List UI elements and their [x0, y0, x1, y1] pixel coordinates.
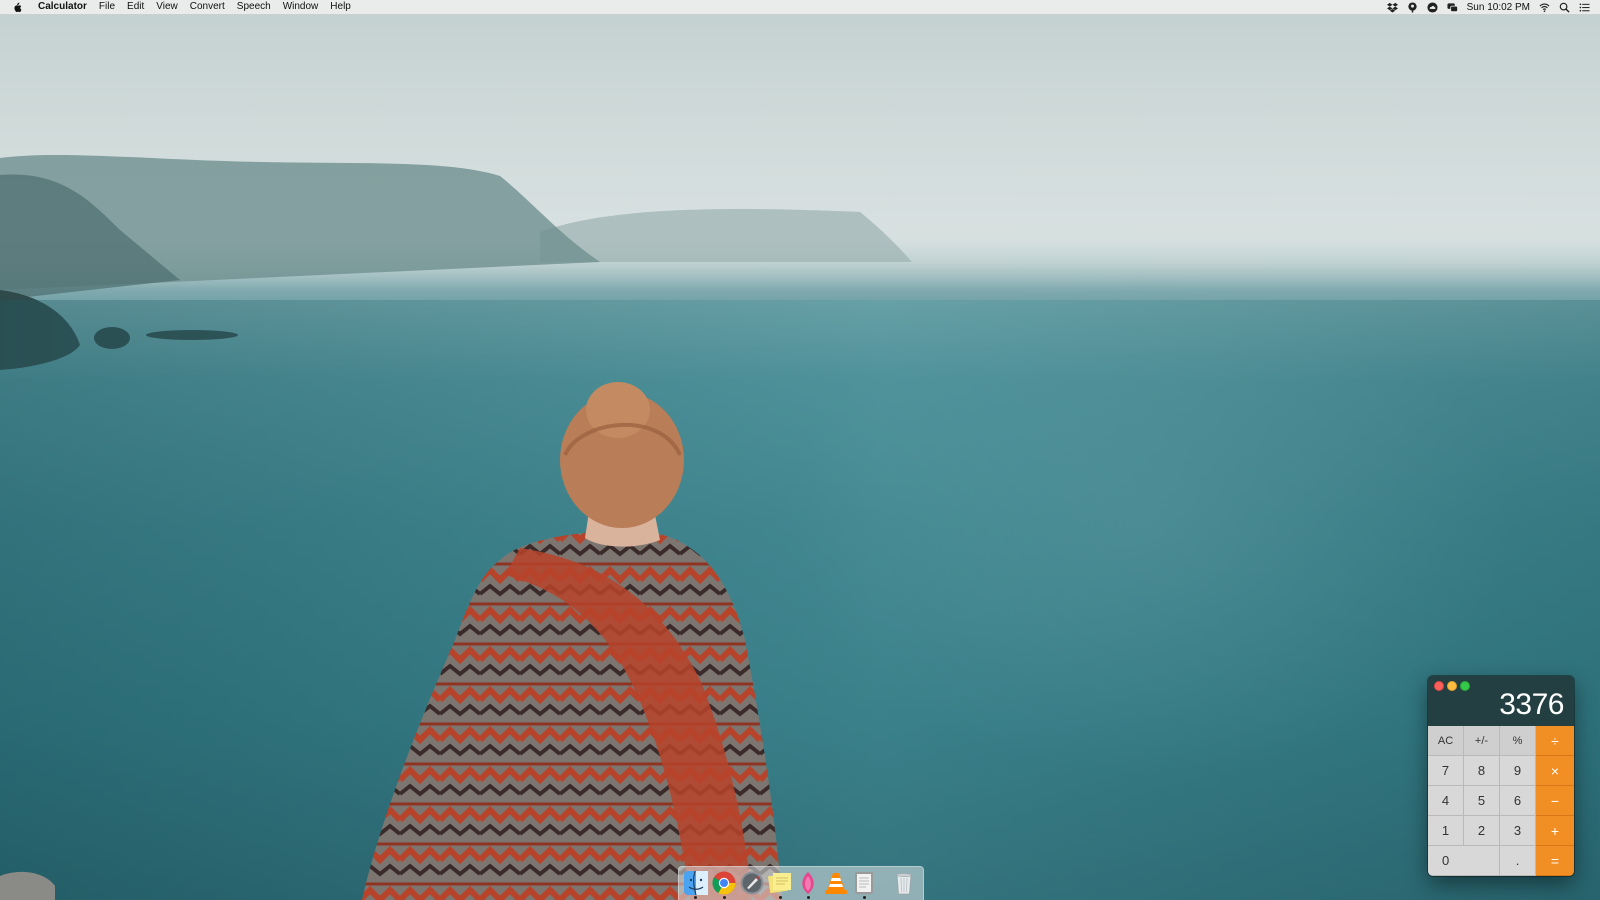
divide-button[interactable]: ÷ [1536, 726, 1574, 756]
calculator-display: 3376 [1499, 688, 1564, 721]
finder-icon[interactable] [683, 870, 709, 896]
wallpaper-scene [0, 154, 1600, 900]
window-close-button[interactable] [1434, 681, 1444, 691]
multiply-button[interactable]: × [1536, 756, 1574, 786]
menu-bar-right: Sun 10:02 PM [1386, 0, 1600, 14]
messages-icon[interactable] [1447, 2, 1458, 13]
menu-window[interactable]: Window [277, 0, 325, 14]
digit-7-button[interactable]: 7 [1428, 756, 1464, 786]
menu-convert[interactable]: Convert [184, 0, 231, 14]
launchpad-icon[interactable] [739, 870, 765, 896]
menu-view[interactable]: View [150, 0, 184, 14]
plus-minus-button[interactable]: +/- [1464, 726, 1500, 756]
digit-2-button[interactable]: 2 [1464, 816, 1500, 846]
lotus-running-indicator [807, 896, 810, 899]
calculator-keypad: AC +/- % ÷ 7 8 9 × 4 5 6 − 1 2 3 + 0 . = [1428, 726, 1574, 876]
cloud-icon[interactable] [1427, 1, 1438, 13]
distant-headland [540, 209, 912, 262]
calculator-window[interactable]: 3376 AC +/- % ÷ 7 8 9 × 4 5 6 − 1 2 3 + … [1428, 676, 1574, 876]
pin-icon[interactable] [1407, 1, 1418, 13]
digit-3-button[interactable]: 3 [1500, 816, 1536, 846]
window-zoom-button[interactable] [1460, 681, 1470, 691]
finder-running-indicator [694, 896, 697, 899]
notes-running-indicator [863, 896, 866, 899]
spotlight-search-icon[interactable] [1559, 2, 1570, 13]
minus-button[interactable]: − [1536, 786, 1574, 816]
dock [678, 866, 924, 900]
chrome-icon[interactable] [711, 870, 737, 896]
chrome-running-indicator [723, 896, 726, 899]
digit-1-button[interactable]: 1 [1428, 816, 1464, 846]
digit-8-button[interactable]: 8 [1464, 756, 1500, 786]
all-clear-button[interactable]: AC [1428, 726, 1464, 756]
menu-bar: Calculator File Edit View Convert Speech… [0, 0, 1600, 15]
digit-6-button[interactable]: 6 [1500, 786, 1536, 816]
menu-app-name[interactable]: Calculator [32, 0, 93, 14]
stickies-icon[interactable] [767, 870, 793, 896]
equals-button[interactable]: = [1536, 846, 1574, 876]
wifi-icon[interactable] [1539, 2, 1550, 13]
calculator-display-area: 3376 [1428, 676, 1574, 726]
sea-shimmer [0, 300, 1600, 900]
plus-button[interactable]: + [1536, 816, 1574, 846]
menu-file[interactable]: File [93, 0, 121, 14]
desktop-wallpaper [0, 0, 1600, 900]
menu-bar-left: Calculator File Edit View Convert Speech… [0, 0, 357, 14]
dropbox-icon[interactable] [1386, 2, 1398, 13]
notes-app-icon[interactable] [851, 870, 877, 896]
menu-help[interactable]: Help [324, 0, 357, 14]
percent-button[interactable]: % [1500, 726, 1536, 756]
trash-icon[interactable] [891, 870, 917, 896]
apple-icon[interactable] [12, 2, 22, 13]
digit-0-button[interactable]: 0 [1428, 846, 1500, 876]
vlc-icon[interactable] [823, 870, 849, 896]
lotus-app-icon[interactable] [795, 870, 821, 896]
stickies-running-indicator [779, 896, 782, 899]
digit-9-button[interactable]: 9 [1500, 756, 1536, 786]
menu-bar-clock[interactable]: Sun 10:02 PM [1467, 2, 1530, 13]
menu-speech[interactable]: Speech [231, 0, 277, 14]
notification-center-icon[interactable] [1579, 2, 1590, 13]
menu-edit[interactable]: Edit [121, 0, 150, 14]
digit-4-button[interactable]: 4 [1428, 786, 1464, 816]
decimal-button[interactable]: . [1500, 846, 1536, 876]
digit-5-button[interactable]: 5 [1464, 786, 1500, 816]
window-minimize-button[interactable] [1447, 681, 1457, 691]
